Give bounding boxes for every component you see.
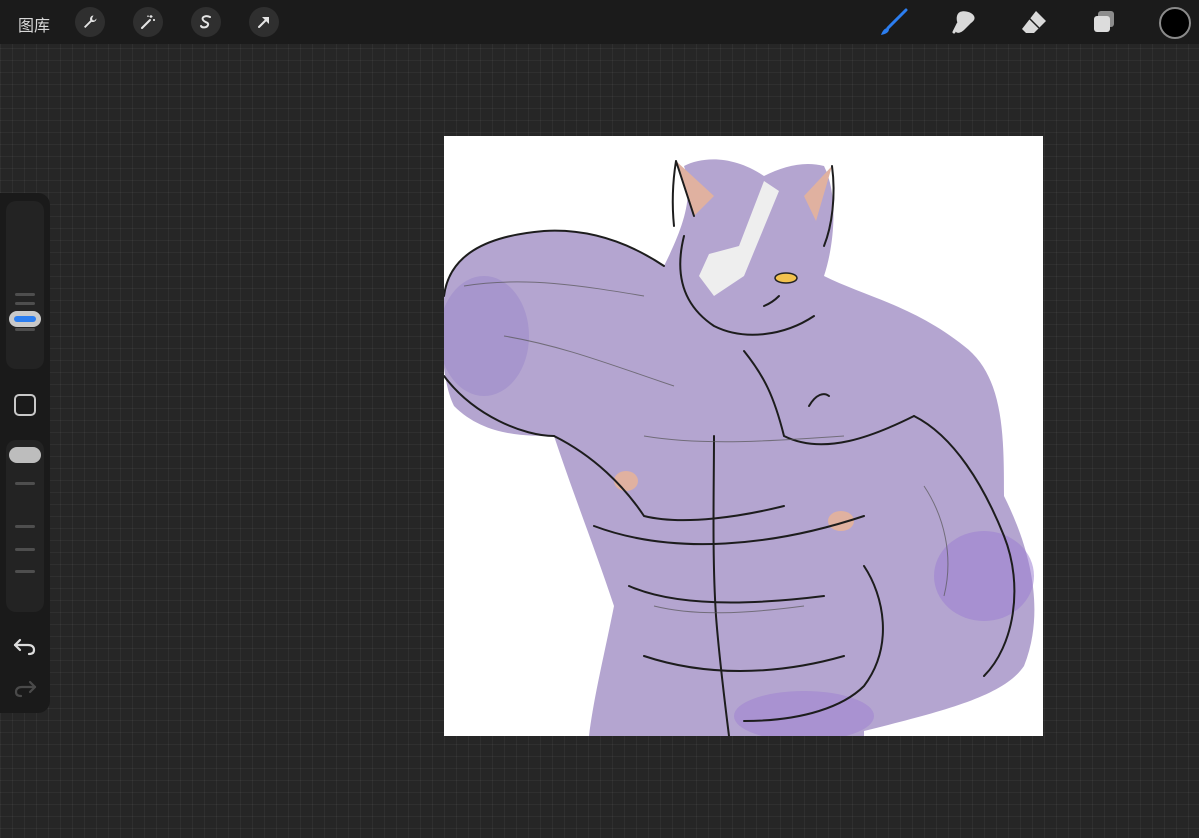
undo-button[interactable] bbox=[12, 635, 38, 657]
brush-opacity-slider[interactable] bbox=[6, 440, 44, 612]
left-sidebar bbox=[0, 193, 50, 713]
size-tick bbox=[15, 328, 35, 331]
brush-size-slider[interactable] bbox=[6, 201, 44, 369]
wrench-icon bbox=[84, 15, 97, 28]
brush-icon bbox=[881, 8, 908, 35]
brush-opacity-thumb[interactable] bbox=[9, 447, 41, 463]
redo-arrow-icon bbox=[14, 680, 37, 698]
magic-wand-icon bbox=[141, 15, 155, 29]
size-tick bbox=[15, 302, 35, 305]
selection-button[interactable] bbox=[191, 7, 221, 37]
drawing-canvas[interactable] bbox=[444, 136, 1043, 736]
color-picker-swatch[interactable] bbox=[1159, 7, 1191, 39]
opacity-tick bbox=[15, 570, 35, 573]
eraser-icon bbox=[1022, 11, 1046, 33]
actions-button[interactable] bbox=[75, 7, 105, 37]
transform-arrow-icon bbox=[258, 17, 269, 28]
procreate-app: 图库 bbox=[0, 0, 1199, 838]
gallery-link[interactable]: 图库 bbox=[18, 12, 50, 36]
brush-tool[interactable] bbox=[878, 6, 910, 38]
brush-size-thumb[interactable] bbox=[9, 311, 41, 327]
opacity-tick bbox=[15, 525, 35, 528]
smudge-tool[interactable] bbox=[948, 6, 980, 38]
undo-arrow-icon bbox=[13, 638, 36, 656]
smudge-icon bbox=[952, 11, 975, 34]
opacity-tick bbox=[15, 548, 35, 551]
opacity-tick bbox=[15, 482, 35, 485]
transform-button[interactable] bbox=[249, 7, 279, 37]
layers-icon bbox=[1094, 11, 1114, 32]
redo-button[interactable] bbox=[12, 677, 38, 699]
layers-tool[interactable] bbox=[1088, 6, 1120, 38]
eraser-tool[interactable] bbox=[1018, 6, 1050, 38]
modify-button[interactable] bbox=[14, 394, 36, 416]
selection-icon bbox=[200, 15, 211, 29]
artwork-illustration bbox=[444, 159, 1035, 736]
top-toolbar: 图库 bbox=[0, 0, 1199, 44]
size-tick bbox=[15, 293, 35, 296]
adjustments-button[interactable] bbox=[133, 7, 163, 37]
